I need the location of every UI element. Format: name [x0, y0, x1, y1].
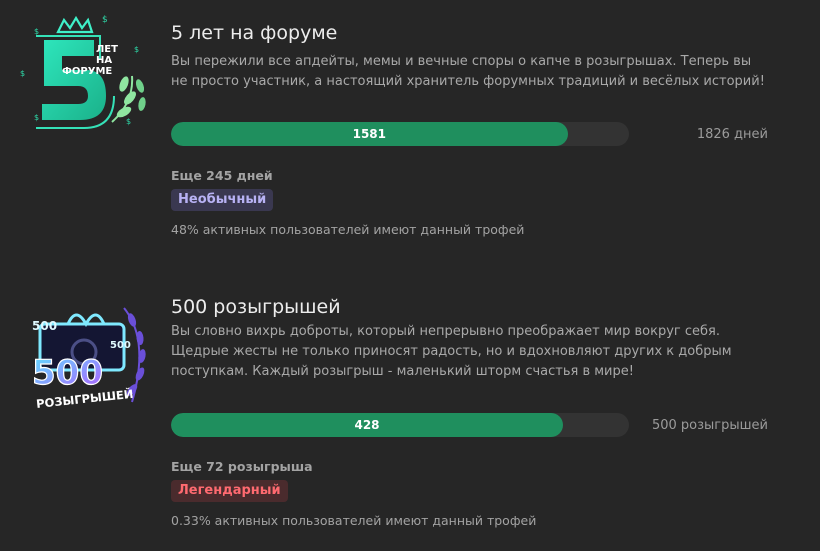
svg-text:ФОРУМЕ: ФОРУМЕ: [62, 66, 112, 77]
svg-text:$: $: [34, 113, 39, 122]
svg-text:500: 500: [32, 353, 103, 393]
trophy-progress-goal: 500 розыгрышей: [651, 418, 768, 433]
trophy-progress-bar: 428: [171, 413, 629, 437]
svg-text:$: $: [134, 45, 139, 54]
trophy-remaining: Еще 72 розыгрыша: [171, 459, 313, 474]
trophy-progress-goal: 1826 дней: [696, 127, 768, 142]
rarity-badge: Легендарный: [171, 480, 288, 502]
five-hundred-giveaways-badge-icon: 500 500 500 РОЗЫГРЫШЕЙ: [14, 290, 154, 420]
trophy-title: 500 розыгрышей: [171, 296, 341, 318]
trophy-description: Вы словно вихрь доброты, который непреры…: [171, 324, 732, 379]
rarity-badge: Необычный: [171, 189, 274, 211]
svg-text:500: 500: [32, 319, 57, 333]
svg-text:НА: НА: [96, 55, 112, 66]
trophy-progress-fill: 1581: [171, 122, 568, 146]
svg-text:500: 500: [110, 340, 131, 351]
svg-text:$: $: [126, 117, 131, 126]
trophy-progress-fill: 428: [171, 413, 564, 437]
five-years-badge-icon: $ $ $ $ $ $ ЛЕТ НА ФОРУМЕ: [14, 12, 154, 142]
svg-text:$: $: [20, 69, 25, 78]
trophy-description: Вы пережили все апдейты, мемы и вечные с…: [171, 54, 765, 89]
trophy-progress-bar: 1581: [171, 122, 629, 146]
svg-text:$: $: [102, 15, 108, 25]
svg-text:$: $: [34, 27, 39, 36]
trophy-ownership-stat: 0.33% активных пользователей имеют данны…: [171, 513, 537, 528]
trophy-ownership-stat: 48% активных пользователей имеют данный …: [171, 222, 525, 237]
trophy-title: 5 лет на форуме: [171, 22, 338, 44]
svg-text:ЛЕТ: ЛЕТ: [96, 44, 118, 55]
trophy-remaining: Еще 245 дней: [171, 168, 273, 183]
